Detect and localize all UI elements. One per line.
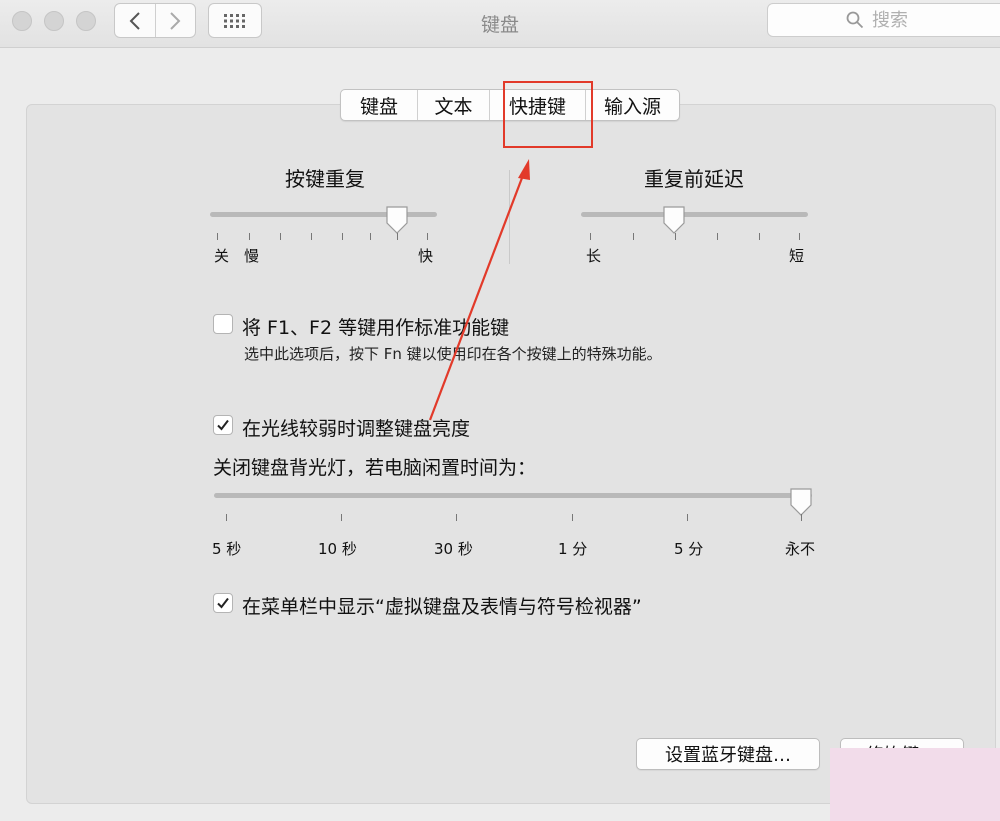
tick xyxy=(427,233,428,240)
search-icon xyxy=(846,11,864,29)
tick xyxy=(717,233,718,240)
key-repeat-off-label: 关 xyxy=(214,247,230,265)
watermark-overlay xyxy=(830,748,1000,821)
tick xyxy=(249,233,250,240)
fn-keys-checkbox[interactable] xyxy=(213,314,233,334)
checkmark-icon xyxy=(217,597,229,609)
setup-bluetooth-keyboard-button[interactable]: 设置蓝牙键盘… xyxy=(636,738,820,770)
search-field[interactable] xyxy=(767,3,1000,37)
tick xyxy=(799,233,800,240)
tick xyxy=(759,233,760,240)
backlight-off-label: 关闭键盘背光灯，若电脑闲置时间为： xyxy=(213,457,537,479)
tab-keyboard[interactable]: 键盘 xyxy=(341,90,417,120)
tick xyxy=(341,514,342,521)
tick xyxy=(342,233,343,240)
key-repeat-fast-label: 快 xyxy=(418,247,434,265)
delay-thumb[interactable] xyxy=(662,205,686,235)
tick xyxy=(572,514,573,521)
tick xyxy=(280,233,281,240)
backlight-tick-label: 30 秒 xyxy=(434,540,473,558)
tick xyxy=(370,233,371,240)
tick xyxy=(217,233,218,240)
delay-track[interactable] xyxy=(581,212,808,217)
backlight-thumb[interactable] xyxy=(789,487,813,517)
tick xyxy=(590,233,591,240)
tab-text[interactable]: 文本 xyxy=(417,90,489,120)
key-repeat-thumb[interactable] xyxy=(385,205,409,235)
tick xyxy=(397,233,398,240)
tick xyxy=(801,514,802,521)
title-bar: 键盘 xyxy=(0,0,1000,48)
key-repeat-heading: 按键重复 xyxy=(285,167,365,191)
auto-brightness-label: 在光线较弱时调整键盘亮度 xyxy=(242,418,471,440)
tick xyxy=(633,233,634,240)
show-viewer-label: 在菜单栏中显示“虚拟键盘及表情与符号检视器” xyxy=(242,596,642,618)
fn-keys-label: 将 F1、F2 等键用作标准功能键 xyxy=(242,317,510,339)
tick xyxy=(311,233,312,240)
backlight-tick-label: 永不 xyxy=(785,540,816,558)
backlight-tick-label: 5 秒 xyxy=(212,540,242,558)
key-repeat-slow-label: 慢 xyxy=(244,247,260,265)
backlight-track[interactable] xyxy=(214,493,812,498)
backlight-tick-label: 10 秒 xyxy=(318,540,357,558)
tick xyxy=(675,233,676,240)
annotation-highlight-box xyxy=(503,81,593,148)
tab-input-sources[interactable]: 输入源 xyxy=(585,90,679,120)
checkmark-icon xyxy=(217,419,229,431)
search-input[interactable] xyxy=(872,9,972,31)
fn-keys-description: 选中此选项后，按下 Fn 键以使用印在各个按键上的特殊功能。 xyxy=(244,345,662,363)
tick xyxy=(456,514,457,521)
tick xyxy=(226,514,227,521)
delay-short-label: 短 xyxy=(789,247,805,265)
backlight-tick-label: 1 分 xyxy=(558,540,588,558)
delay-until-repeat-heading: 重复前延迟 xyxy=(644,167,744,191)
tick xyxy=(687,514,688,521)
auto-brightness-checkbox[interactable] xyxy=(213,415,233,435)
delay-long-label: 长 xyxy=(586,247,602,265)
backlight-tick-label: 5 分 xyxy=(674,540,704,558)
show-viewer-checkbox[interactable] xyxy=(213,593,233,613)
section-divider xyxy=(509,170,510,264)
